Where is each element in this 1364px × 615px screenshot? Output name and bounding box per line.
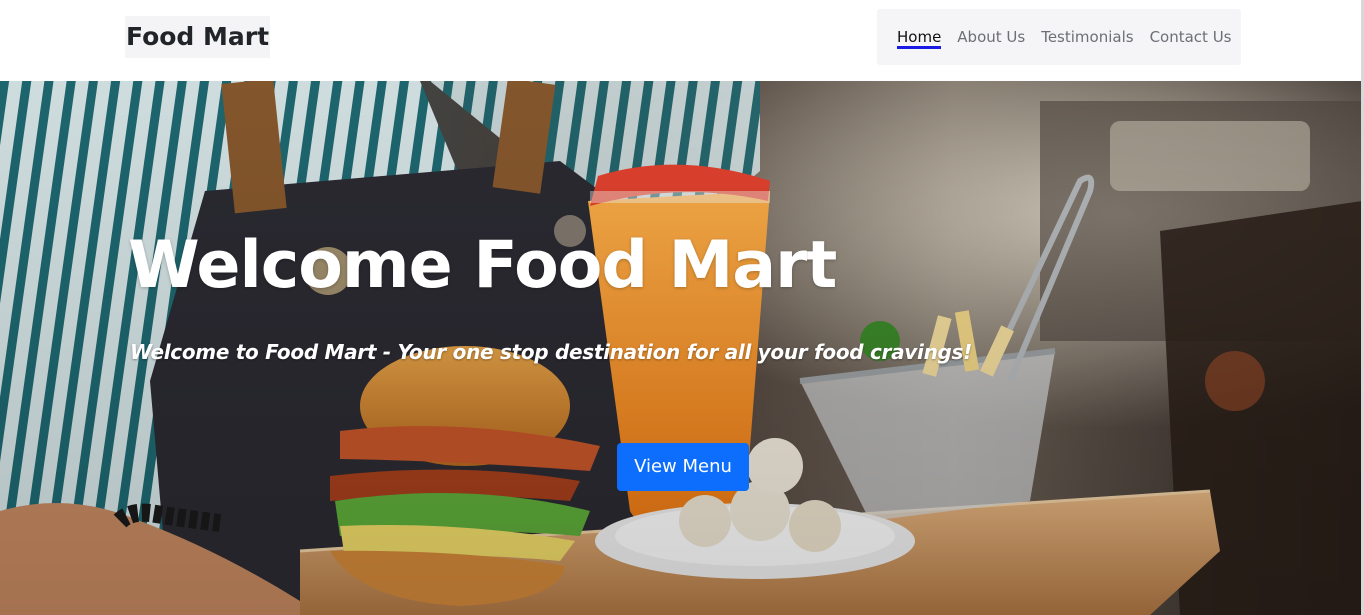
hero-title: Welcome Food Mart (128, 228, 837, 303)
nav-link-about-us[interactable]: About Us (957, 28, 1025, 46)
nav-link-home[interactable]: Home (897, 28, 941, 46)
nav-menu: Home About Us Testimonials Contact Us (877, 9, 1241, 65)
hero-subtitle: Welcome to Food Mart - Your one stop des… (130, 340, 972, 364)
nav-link-contact-us[interactable]: Contact Us (1150, 28, 1232, 46)
navbar: Food Mart Home About Us Testimonials Con… (0, 0, 1364, 81)
nav-list: Home About Us Testimonials Contact Us (897, 9, 1247, 65)
brand-logo[interactable]: Food Mart (125, 16, 271, 58)
nav-link-testimonials[interactable]: Testimonials (1041, 28, 1133, 46)
view-menu-button[interactable]: View Menu (617, 443, 749, 491)
hero-section: Welcome Food Mart Welcome to Food Mart -… (0, 81, 1362, 615)
